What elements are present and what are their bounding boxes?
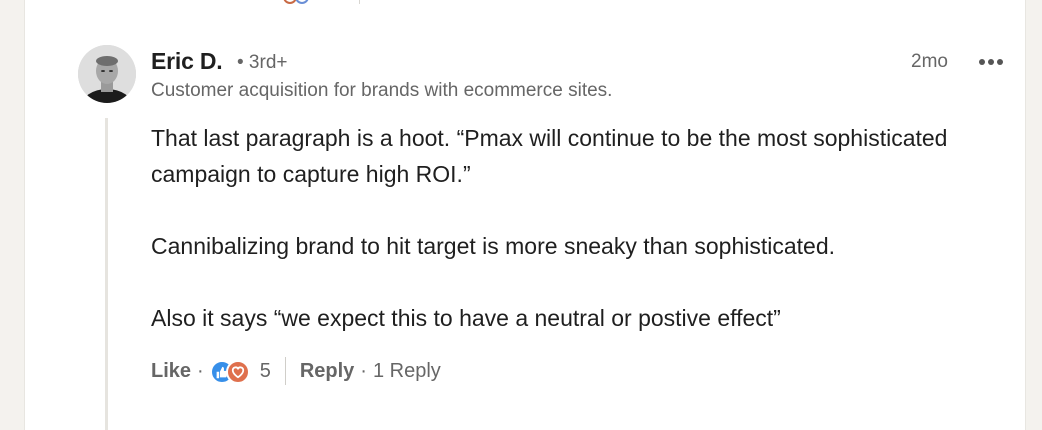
- comment-actions: Like · 5 Reply · 1 Reply: [151, 356, 441, 386]
- author-headline: Customer acquisition for brands with eco…: [151, 80, 613, 101]
- ellipsis-icon: [979, 59, 1003, 65]
- separator-dot: ·: [197, 359, 204, 382]
- more-options-button[interactable]: [975, 50, 1007, 74]
- avatar[interactable]: [78, 45, 136, 103]
- avatar-photo: [78, 45, 136, 103]
- author-name[interactable]: Eric D.: [151, 48, 223, 75]
- comment-card: Eric D. • 3rd+ Customer acquisition for …: [24, 0, 1026, 430]
- reactions-summary[interactable]: [209, 358, 254, 384]
- love-icon: [225, 360, 250, 384]
- comment-paragraph: Also it says “we expect this to have a n…: [151, 305, 781, 331]
- reply-button[interactable]: Reply: [300, 360, 354, 383]
- timestamp: 2mo: [911, 51, 948, 72]
- connection-degree: • 3rd+: [237, 52, 288, 73]
- action-divider: [284, 357, 286, 385]
- replies-count-link[interactable]: 1 Reply: [373, 360, 441, 383]
- previous-comment-reactions: [283, 0, 323, 4]
- reaction-count[interactable]: 5: [260, 360, 271, 383]
- like-button[interactable]: Like: [151, 360, 191, 383]
- comment-body: That last paragraph is a hoot. “Pmax wil…: [151, 120, 1011, 336]
- previous-comment-divider: [359, 0, 360, 4]
- comment-paragraph: That last paragraph is a hoot. “Pmax wil…: [151, 125, 948, 187]
- comment-paragraph: Cannibalizing brand to hit target is mor…: [151, 233, 836, 259]
- separator-dot: ·: [360, 359, 367, 382]
- thread-line: [105, 118, 108, 430]
